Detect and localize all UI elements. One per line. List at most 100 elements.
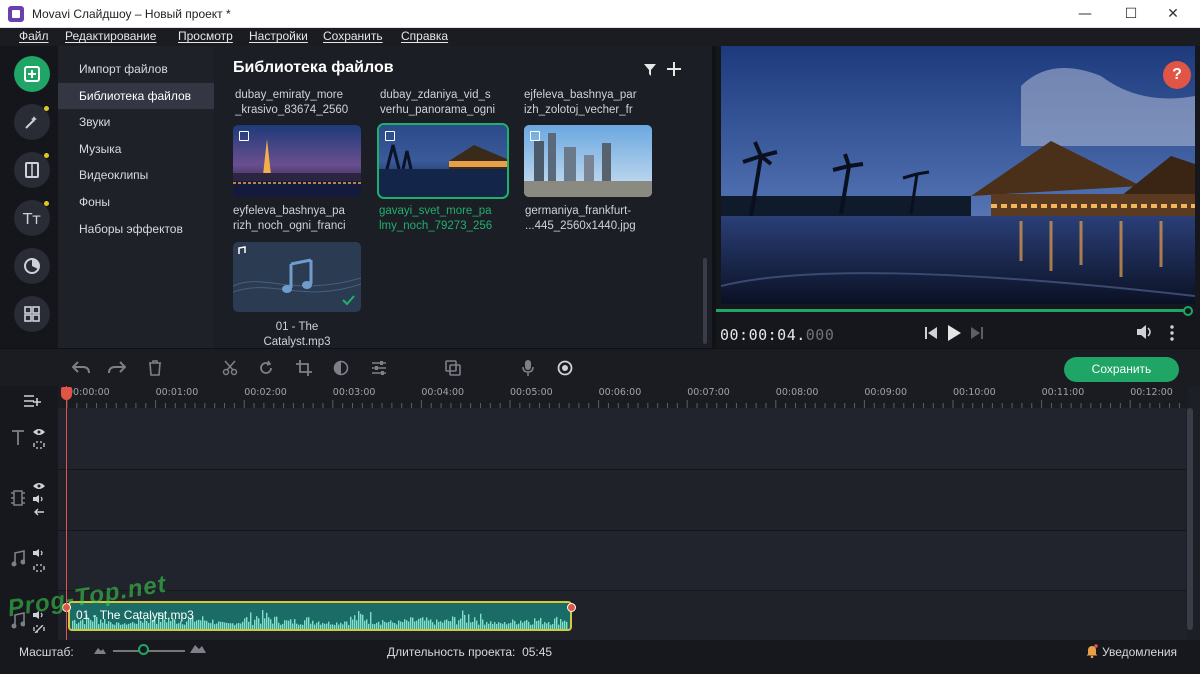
edit-toolbar: Сохранить <box>0 348 1200 386</box>
mute-icon[interactable] <box>33 495 45 503</box>
more-options-icon[interactable] <box>1170 325 1174 341</box>
visibility-icon[interactable] <box>33 428 45 436</box>
category-backgrounds[interactable]: Фоны <box>58 189 214 215</box>
minimize-button[interactable]: — <box>1062 0 1108 28</box>
tool-rail: Tт <box>0 46 58 348</box>
cut-icon[interactable] <box>222 360 238 376</box>
new-indicator <box>44 106 49 111</box>
ripple-icon[interactable] <box>33 508 45 516</box>
menu-settings[interactable]: Настройки <box>249 29 308 43</box>
more-tools-button[interactable] <box>14 296 50 332</box>
menu-edit[interactable]: Редактирование <box>65 29 156 43</box>
eiffel-night-image <box>233 125 361 197</box>
import-icon <box>24 66 40 82</box>
ruler-time-label: 00:06:00 <box>598 387 642 398</box>
clip-properties-icon[interactable] <box>371 360 387 376</box>
menu-save[interactable]: Сохранить <box>323 29 383 43</box>
rotate-icon[interactable] <box>258 360 274 376</box>
image-type-icon <box>530 131 540 141</box>
add-icon[interactable] <box>667 62 681 76</box>
file-name-selected[interactable]: gavayi_svet_more_pa lmy_noch_79273_256 <box>379 204 507 234</box>
help-button[interactable]: ? <box>1163 61 1191 89</box>
svg-text:Tт: Tт <box>22 210 41 227</box>
delete-icon[interactable] <box>148 360 162 376</box>
video-track[interactable] <box>58 470 1186 530</box>
filter-icon[interactable] <box>644 64 656 76</box>
category-videoclips[interactable]: Видеоклипы <box>58 162 214 188</box>
menu-file[interactable]: Файл <box>19 29 49 43</box>
notifications-link[interactable]: Уведомления <box>1102 645 1177 659</box>
ruler-time-label: 00:11:00 <box>1041 387 1085 398</box>
bell-icon[interactable] <box>1086 644 1098 658</box>
timeline-ruler[interactable]: 00:00:00 00:01:00 00:02:00 00:03:00 00:04:00… <box>58 386 1188 408</box>
library-title: Библиотека файлов <box>233 59 394 76</box>
app-icon <box>8 6 24 22</box>
undo-icon[interactable] <box>72 361 90 375</box>
ruler-time-label: 00:03:00 <box>332 387 376 398</box>
text-track-icon <box>12 430 24 445</box>
mute-icon[interactable] <box>33 549 45 557</box>
video-track-icon <box>11 490 25 506</box>
preview-image <box>721 46 1195 304</box>
library-scrollbar[interactable] <box>703 258 707 344</box>
close-button[interactable]: ✕ <box>1150 0 1196 28</box>
category-list: Импорт файлов Библиотека файлов Звуки Му… <box>58 46 214 348</box>
file-name[interactable]: dubay_emiraty_more _krasivo_83674_2560 <box>235 88 363 118</box>
clip-end-handle[interactable] <box>567 603 576 612</box>
save-button[interactable]: Сохранить <box>1064 357 1179 382</box>
thumbnail-hawaii-night[interactable] <box>377 123 509 199</box>
audio-clip[interactable]: 01 - The Catalyst.mp3 <box>68 601 572 631</box>
hawaii-night-image <box>379 125 507 197</box>
previous-frame-icon[interactable] <box>924 327 938 339</box>
redo-icon[interactable] <box>108 361 126 375</box>
audio-file-name[interactable]: 01 - The Catalyst.mp3 <box>233 320 361 350</box>
file-name[interactable]: ejfeleva_bashnya_par izh_zolotoj_vecher_f… <box>524 88 652 118</box>
zoom-slider-handle[interactable] <box>138 644 149 655</box>
preview-viewer[interactable] <box>721 46 1195 304</box>
file-name[interactable]: eyfeleva_bashnya_pa rizh_noch_ogni_franci <box>233 204 361 234</box>
thumbnail-frankfurt[interactable] <box>524 125 652 197</box>
magic-wand-icon <box>25 116 37 129</box>
audio-track[interactable] <box>58 531 1186 590</box>
file-name[interactable]: dubay_zdaniya_vid_s verhu_panorama_ogni <box>380 88 508 118</box>
text-track[interactable] <box>58 408 1186 469</box>
color-adjust-icon[interactable] <box>333 360 349 376</box>
overlay-icon[interactable] <box>445 360 461 376</box>
zoom-out-icon[interactable] <box>94 646 106 654</box>
visibility-icon[interactable] <box>33 482 45 490</box>
timeline-scrollbar[interactable] <box>1187 408 1193 630</box>
play-icon[interactable] <box>947 325 961 341</box>
thumbnail-eiffel-night[interactable] <box>233 125 361 197</box>
category-music[interactable]: Музыка <box>58 136 214 162</box>
menu-help[interactable]: Справка <box>401 29 448 43</box>
zoom-slider-track[interactable] <box>113 650 185 652</box>
ruler-time-label: 00:00:00 <box>67 387 110 398</box>
add-track-icon[interactable] <box>24 394 42 408</box>
menu-view[interactable]: Просмотр <box>178 29 233 43</box>
category-effect-sets[interactable]: Наборы эффектов <box>58 216 214 242</box>
volume-icon[interactable] <box>1136 325 1154 339</box>
crop-icon[interactable] <box>296 360 312 376</box>
preview-progress-bar[interactable] <box>716 309 1188 312</box>
webcam-icon[interactable] <box>557 360 573 376</box>
thumbnail-audio[interactable] <box>233 242 361 312</box>
next-frame-icon[interactable] <box>970 327 984 339</box>
category-sounds[interactable]: Звуки <box>58 109 214 135</box>
filters-button[interactable] <box>14 248 50 284</box>
import-button[interactable] <box>14 56 50 92</box>
file-name[interactable]: germaniya_frankfurt- ...445_2560x1440.jpg <box>525 204 653 234</box>
grid-icon <box>24 306 40 322</box>
category-library[interactable]: Библиотека файлов <box>58 83 214 109</box>
category-import[interactable]: Импорт файлов <box>58 56 214 82</box>
link-icon[interactable] <box>33 564 45 572</box>
zoom-in-icon[interactable] <box>190 643 206 653</box>
ruler-time-label: 00:10:00 <box>953 387 996 398</box>
maximize-button[interactable]: ☐ <box>1108 0 1154 28</box>
preview-progress-handle[interactable] <box>1183 306 1193 316</box>
unlink-icon[interactable] <box>33 625 45 633</box>
playhead-handle[interactable] <box>61 387 72 400</box>
microphone-icon[interactable] <box>522 360 534 376</box>
ruler-time-label: 00:04:00 <box>421 387 465 398</box>
ruler-ticks <box>66 400 1180 408</box>
link-icon[interactable] <box>33 441 45 449</box>
